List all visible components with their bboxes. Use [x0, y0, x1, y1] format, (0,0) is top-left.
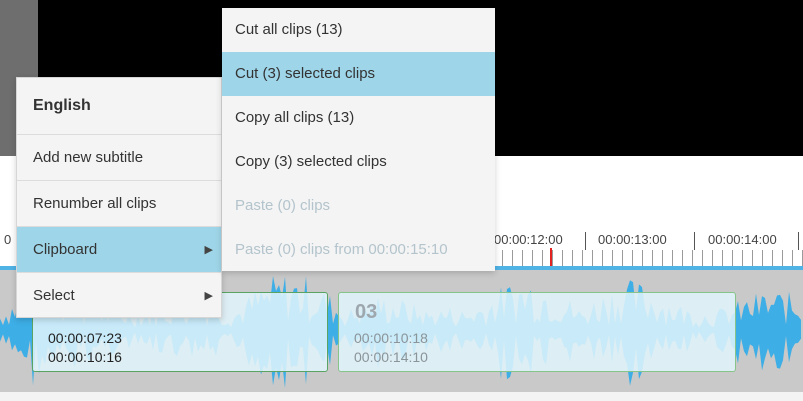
menu-header-language: English	[33, 97, 91, 114]
clipboard-submenu: Cut all clips (13) Cut (3) selected clip…	[222, 8, 495, 271]
ruler-label: 00:00:14:00	[708, 232, 777, 247]
clip-start-time: 00:00:07:23	[48, 330, 122, 346]
clip-start-time: 00:00:10:18	[354, 330, 428, 346]
submenu-cut-selected-clips[interactable]: Cut (3) selected clips	[222, 52, 495, 96]
menu-item-add-subtitle[interactable]: Add new subtitle	[17, 134, 221, 180]
submenu-paste-clips-from-time[interactable]: Paste (0) clips from 00:00:15:10	[222, 228, 495, 272]
menu-item-clipboard[interactable]: Clipboard ▶	[17, 226, 221, 272]
ruler-label: 00:00:13:00	[598, 232, 667, 247]
ruler-label: 0	[4, 232, 12, 247]
submenu-paste-clips[interactable]: Paste (0) clips	[222, 184, 495, 228]
clip-end-time: 00:00:14:10	[354, 349, 428, 365]
menu-item-label: Select	[33, 287, 75, 304]
menu-item-label: Add new subtitle	[33, 149, 144, 166]
submenu-cut-all-clips[interactable]: Cut all clips (13)	[222, 8, 495, 52]
menu-item-select[interactable]: Select ▶	[17, 272, 221, 318]
ruler-major-tick	[694, 232, 695, 250]
menu-item-label: Clipboard	[33, 241, 98, 258]
subtitle-clip[interactable]: 03 00:00:10:18 00:00:14:10	[338, 292, 736, 372]
submenu-copy-selected-clips[interactable]: Copy (3) selected clips	[222, 140, 495, 184]
submenu-arrow-icon: ▶	[204, 244, 213, 256]
ruler-label: 00:00:12:00	[494, 232, 563, 247]
ruler-major-tick	[585, 232, 586, 250]
menu-item-label: Renumber all clips	[33, 195, 157, 212]
timeline-footer	[0, 392, 803, 401]
clip-number: 03	[355, 301, 378, 323]
clip-end-time: 00:00:10:16	[48, 349, 122, 365]
submenu-arrow-icon: ▶	[204, 290, 213, 302]
submenu-copy-all-clips[interactable]: Copy all clips (13)	[222, 96, 495, 140]
menu-item-renumber[interactable]: Renumber all clips	[17, 180, 221, 226]
ruler-minor-ticks	[492, 250, 803, 266]
ruler-major-tick	[798, 232, 799, 250]
context-menu: English Add new subtitle Renumber all cl…	[16, 77, 222, 318]
